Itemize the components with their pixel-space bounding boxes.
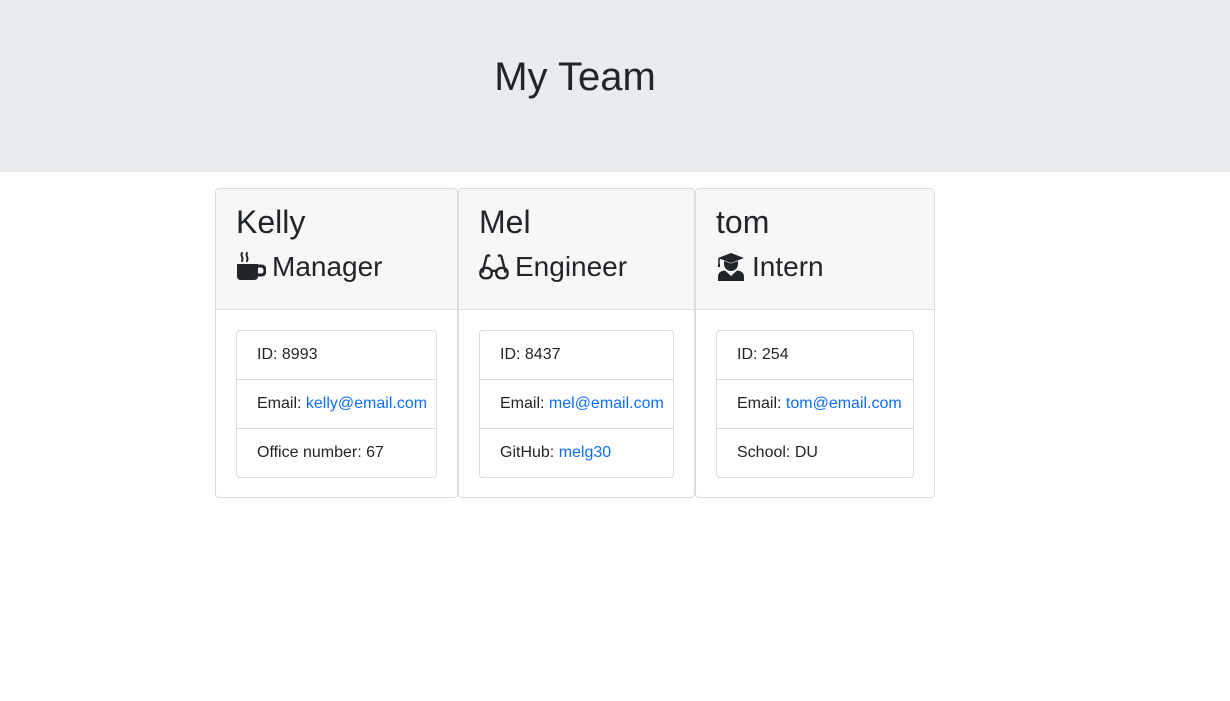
email-link[interactable]: tom@email.com bbox=[786, 395, 902, 412]
manager-card: Kelly Manager ID: 8993 Email: kelly@emai… bbox=[215, 188, 458, 498]
email-item: Email: mel@email.com bbox=[480, 380, 673, 429]
jumbotron-header: My Team bbox=[0, 0, 1230, 172]
info-list: ID: 254 Email: tom@email.com School: DU bbox=[716, 330, 914, 478]
intern-card: tom Intern ID: 254 Email: tom@email.com … bbox=[695, 188, 935, 498]
email-link[interactable]: mel@email.com bbox=[549, 395, 664, 412]
id-value: 8993 bbox=[281, 346, 318, 363]
info-list: ID: 8993 Email: kelly@email.com Office n… bbox=[236, 330, 437, 478]
school-value: DU bbox=[794, 444, 818, 461]
card-header: Mel Engineer bbox=[459, 189, 694, 310]
office-number-item: Office number: 67 bbox=[237, 429, 436, 477]
id-item: ID: 254 bbox=[717, 331, 913, 380]
glasses-icon bbox=[479, 254, 509, 280]
email-item: Email: tom@email.com bbox=[717, 380, 913, 429]
email-item: Email: kelly@email.com bbox=[237, 380, 436, 429]
card-body: ID: 8993 Email: kelly@email.com Office n… bbox=[216, 310, 457, 497]
id-label: ID: bbox=[257, 346, 282, 363]
id-item: ID: 8437 bbox=[480, 331, 673, 380]
role-label: Engineer bbox=[515, 251, 628, 282]
info-list: ID: 8437 Email: mel@email.com GitHub: me… bbox=[479, 330, 674, 478]
id-label: ID: bbox=[500, 346, 525, 363]
email-link[interactable]: kelly@email.com bbox=[306, 395, 427, 412]
id-item: ID: 8993 bbox=[237, 331, 436, 380]
coffee-icon bbox=[237, 252, 266, 280]
page-title: My Team bbox=[494, 55, 656, 99]
office-value: 67 bbox=[366, 444, 384, 461]
id-value: 8437 bbox=[524, 346, 561, 363]
employee-role: Manager bbox=[236, 248, 437, 286]
card-header: Kelly Manager bbox=[216, 189, 457, 310]
user-graduate-icon bbox=[718, 253, 744, 281]
engineer-card: Mel Engineer ID: 8437 Email: mel@email.c… bbox=[458, 188, 695, 498]
employee-role: Engineer bbox=[479, 248, 674, 286]
card-body: ID: 8437 Email: mel@email.com GitHub: me… bbox=[459, 310, 694, 497]
email-label: Email: bbox=[737, 395, 786, 412]
id-value: 254 bbox=[761, 346, 789, 363]
role-label: Manager bbox=[272, 251, 383, 282]
role-label: Intern bbox=[752, 251, 824, 282]
employee-name: Mel bbox=[479, 204, 531, 240]
employee-name: tom bbox=[716, 204, 770, 240]
office-label: Office number: bbox=[257, 444, 367, 461]
github-label: GitHub: bbox=[500, 444, 559, 461]
email-label: Email: bbox=[257, 395, 306, 412]
github-link[interactable]: melg30 bbox=[559, 444, 611, 461]
school-item: School: DU bbox=[717, 429, 913, 477]
employee-role: Intern bbox=[716, 248, 914, 286]
id-label: ID: bbox=[737, 346, 762, 363]
card-header: tom Intern bbox=[696, 189, 934, 310]
github-item: GitHub: melg30 bbox=[480, 429, 673, 477]
employee-name: Kelly bbox=[236, 204, 306, 240]
school-label: School: bbox=[737, 444, 795, 461]
email-label: Email: bbox=[500, 395, 549, 412]
card-body: ID: 254 Email: tom@email.com School: DU bbox=[696, 310, 934, 497]
